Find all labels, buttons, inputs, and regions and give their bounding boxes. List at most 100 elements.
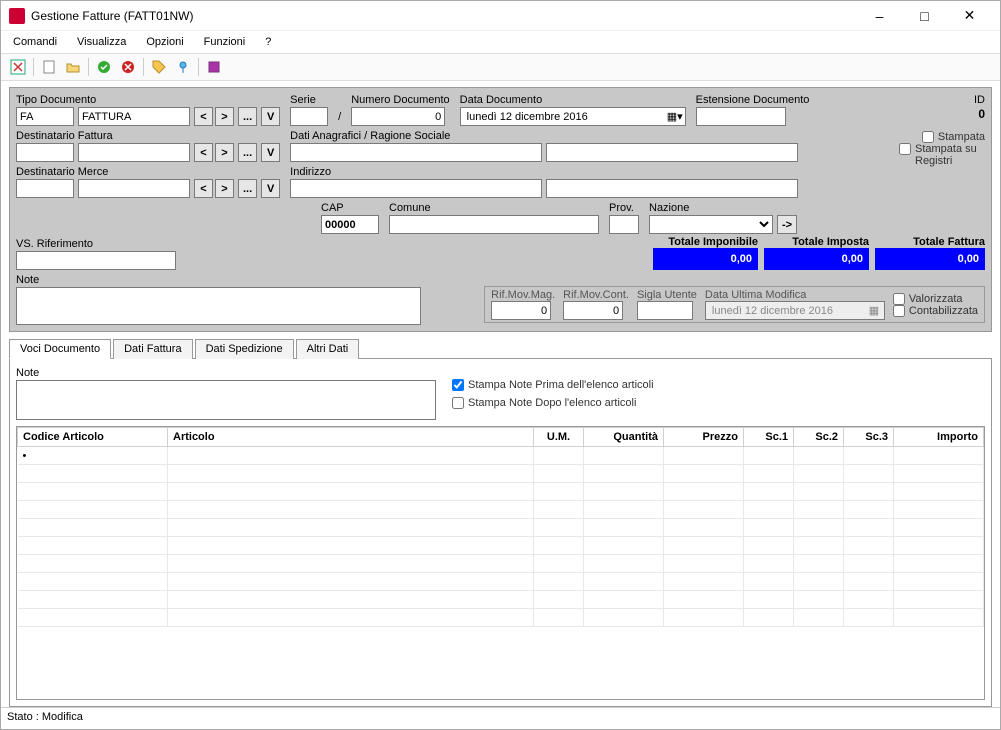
- tab-dati-fattura[interactable]: Dati Fattura: [113, 339, 192, 359]
- data-ultima-modifica-field: lunedì 12 dicembre 2016▦: [705, 301, 885, 320]
- stampata-registri-checkbox[interactable]: [899, 143, 911, 155]
- estensione-label: Estensione Documento: [696, 94, 810, 106]
- serie-label: Serie: [290, 94, 328, 106]
- table-row[interactable]: •: [18, 447, 984, 465]
- menu-visualizza[interactable]: Visualizza: [69, 34, 134, 50]
- comune-field[interactable]: [389, 215, 599, 234]
- dest-merce-verify[interactable]: V: [261, 179, 280, 198]
- col-prezzo[interactable]: Prezzo: [664, 428, 744, 447]
- col-um[interactable]: U.M.: [534, 428, 584, 447]
- tab-dati-spedizione[interactable]: Dati Spedizione: [195, 339, 294, 359]
- serie-field[interactable]: [290, 107, 328, 126]
- numero-doc-field[interactable]: [351, 107, 445, 126]
- valorizzata-checkbox[interactable]: [893, 293, 905, 305]
- stampata-label: Stampata: [938, 131, 985, 143]
- menu-funzioni[interactable]: Funzioni: [196, 34, 254, 50]
- tipo-doc-code[interactable]: [16, 107, 74, 126]
- book-icon[interactable]: [205, 58, 223, 76]
- close-button[interactable]: ✕: [947, 2, 992, 30]
- prov-field[interactable]: [609, 215, 639, 234]
- col-quantita[interactable]: Quantità: [584, 428, 664, 447]
- estensione-field[interactable]: [696, 107, 786, 126]
- pin-icon[interactable]: [174, 58, 192, 76]
- note-field[interactable]: [16, 287, 421, 325]
- menu-help[interactable]: ?: [257, 34, 279, 50]
- dest-merce-browse[interactable]: ...: [238, 179, 257, 198]
- table-row[interactable]: [18, 465, 984, 483]
- col-codice-articolo[interactable]: Codice Articolo: [18, 428, 168, 447]
- dest-merce-prev[interactable]: <: [194, 179, 213, 198]
- voci-note-field[interactable]: [16, 380, 436, 420]
- table-row[interactable]: [18, 555, 984, 573]
- nazione-select[interactable]: [649, 215, 773, 234]
- tab-voci-documento[interactable]: Voci Documento: [9, 339, 111, 359]
- dest-merce-desc[interactable]: [78, 179, 190, 198]
- separator: [33, 58, 34, 76]
- dest-fattura-next[interactable]: >: [215, 143, 234, 162]
- dest-fattura-code[interactable]: [16, 143, 74, 162]
- table-row[interactable]: [18, 483, 984, 501]
- table-row[interactable]: [18, 501, 984, 519]
- dest-fattura-browse[interactable]: ...: [238, 143, 257, 162]
- table-row[interactable]: [18, 519, 984, 537]
- tipo-doc-prev[interactable]: <: [194, 107, 213, 126]
- col-articolo[interactable]: Articolo: [168, 428, 534, 447]
- tipo-doc-desc[interactable]: [78, 107, 190, 126]
- ragione-sociale-1[interactable]: [290, 143, 542, 162]
- tipo-doc-next[interactable]: >: [215, 107, 234, 126]
- tot-fattura-label: Totale Fattura: [875, 236, 985, 248]
- calendar-icon[interactable]: ▦▾: [667, 110, 683, 123]
- menu-comandi[interactable]: Comandi: [5, 34, 65, 50]
- tipo-doc-verify[interactable]: V: [261, 107, 280, 126]
- articles-grid[interactable]: Codice Articolo Articolo U.M. Quantità P…: [16, 426, 985, 700]
- nazione-go[interactable]: ->: [777, 215, 797, 234]
- ragione-sociale-2[interactable]: [546, 143, 798, 162]
- exit-icon[interactable]: [9, 58, 27, 76]
- stampata-checkbox[interactable]: [922, 131, 934, 143]
- tag-icon[interactable]: [150, 58, 168, 76]
- contabilizzata-checkbox[interactable]: [893, 305, 905, 317]
- col-sc2[interactable]: Sc.2: [794, 428, 844, 447]
- sigla-utente-field: [637, 301, 693, 320]
- col-sc1[interactable]: Sc.1: [744, 428, 794, 447]
- rif-mov-cont-field[interactable]: [563, 301, 623, 320]
- menu-opzioni[interactable]: Opzioni: [138, 34, 191, 50]
- valorizzata-label: Valorizzata: [909, 293, 963, 305]
- stampa-dopo-checkbox[interactable]: [452, 397, 464, 409]
- stampa-prima-checkbox[interactable]: [452, 379, 464, 391]
- dest-merce-next[interactable]: >: [215, 179, 234, 198]
- table-row[interactable]: [18, 537, 984, 555]
- new-icon[interactable]: [40, 58, 58, 76]
- cap-label: CAP: [321, 202, 379, 214]
- tab-altri-dati[interactable]: Altri Dati: [296, 339, 360, 359]
- maximize-button[interactable]: □: [902, 2, 947, 30]
- tot-imponibile-label: Totale Imponibile: [653, 236, 758, 248]
- col-sc3[interactable]: Sc.3: [844, 428, 894, 447]
- dest-fattura-verify[interactable]: V: [261, 143, 280, 162]
- stampa-prima-label: Stampa Note Prima dell'elenco articoli: [468, 379, 654, 391]
- rif-mov-cont-label: Rif.Mov.Cont.: [563, 289, 629, 301]
- table-row[interactable]: [18, 573, 984, 591]
- dest-fattura-label: Destinatario Fattura: [16, 130, 280, 142]
- ok-icon[interactable]: [95, 58, 113, 76]
- tot-imposta-value: 0,00: [764, 248, 869, 270]
- open-icon[interactable]: [64, 58, 82, 76]
- dest-fattura-prev[interactable]: <: [194, 143, 213, 162]
- col-importo[interactable]: Importo: [894, 428, 984, 447]
- table-row[interactable]: [18, 591, 984, 609]
- statusbar: Stato : Modifica: [1, 707, 1000, 729]
- dest-fattura-desc[interactable]: [78, 143, 190, 162]
- table-row[interactable]: [18, 609, 984, 627]
- cancel-icon[interactable]: [119, 58, 137, 76]
- separator: [88, 58, 89, 76]
- tipo-doc-browse[interactable]: ...: [238, 107, 257, 126]
- dest-merce-code[interactable]: [16, 179, 74, 198]
- data-doc-field[interactable]: lunedì 12 dicembre 2016 ▦▾: [460, 107, 686, 126]
- minimize-button[interactable]: –: [857, 2, 902, 30]
- vs-riferimento-field[interactable]: [16, 251, 176, 270]
- sigla-utente-label: Sigla Utente: [637, 289, 697, 301]
- cap-field[interactable]: [321, 215, 379, 234]
- indirizzo-1[interactable]: [290, 179, 542, 198]
- indirizzo-2[interactable]: [546, 179, 798, 198]
- rif-mov-mag-field[interactable]: [491, 301, 551, 320]
